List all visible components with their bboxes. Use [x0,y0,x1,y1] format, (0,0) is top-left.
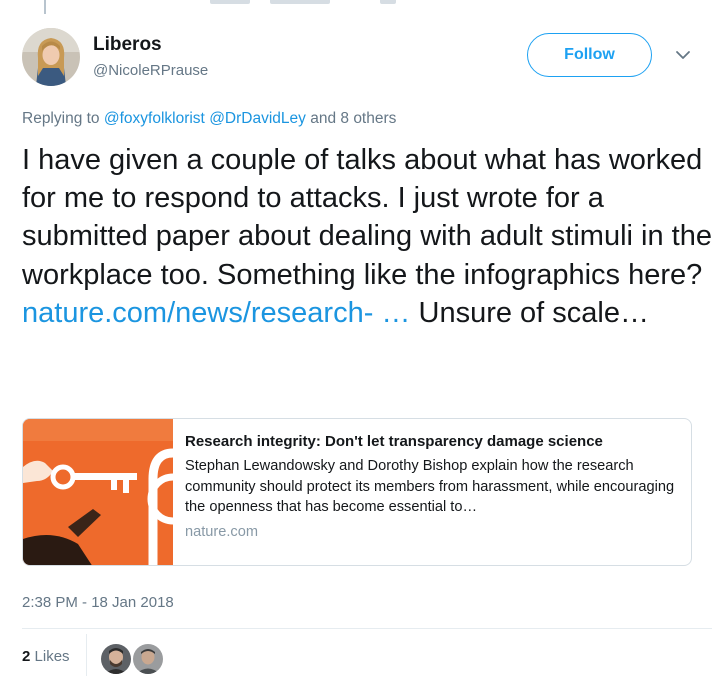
likes-number: 2 [22,648,31,665]
tweet-text-after: Unsure of scale… [410,296,649,329]
liker-avatar[interactable] [132,643,164,675]
likes-divider [86,634,87,676]
previous-tweet-edge [0,0,720,14]
tweet-link[interactable]: nature.com/news/research- … [22,297,410,329]
author-handle[interactable]: @NicoleRPrause [93,62,208,79]
card-domain: nature.com [185,523,259,540]
caret-down-icon[interactable] [673,48,693,62]
card-description: Stephan Lewandowsky and Dorothy Bishop e… [185,458,675,515]
liker-avatar[interactable] [100,643,132,675]
card-title: Research integrity: Don't let transparen… [185,433,603,450]
divider [22,628,712,629]
link-preview-card[interactable]: Research integrity: Don't let transparen… [22,418,692,566]
card-body: Research integrity: Don't let transparen… [185,433,685,540]
likes-label: Likes [34,648,70,665]
follow-button[interactable]: Follow [527,33,652,77]
tweet-text: I have given a couple of talks about wha… [22,141,712,332]
author-name[interactable]: Liberos [93,34,162,56]
card-thumbnail [23,419,199,565]
reply-suffix[interactable]: and 8 others [310,110,396,127]
reply-prefix: Replying to [22,110,100,127]
author-avatar[interactable] [22,28,80,86]
mention-drdavidley[interactable]: @DrDavidLey [209,110,306,127]
likes-count[interactable]: 2 Likes [22,648,70,665]
mention-foxyfolklorist[interactable]: @foxyfolklorist [104,110,205,127]
reply-context: Replying to @foxyfolklorist @DrDavidLey … [22,110,396,128]
tweet-body: I have given a couple of talks about wha… [22,144,712,291]
tweet-timestamp[interactable]: 2:38 PM - 18 Jan 2018 [22,594,174,611]
thread-line [44,0,46,14]
